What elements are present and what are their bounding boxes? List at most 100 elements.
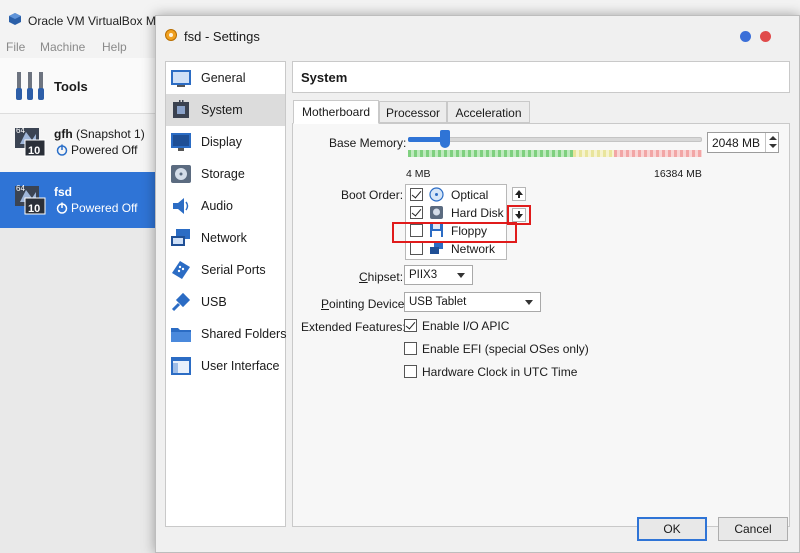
usb-icon: [171, 292, 191, 312]
sidebar-empty-area: [0, 228, 160, 553]
tab-motherboard[interactable]: Motherboard: [293, 100, 379, 124]
boot-checkbox-hard-disk[interactable]: [410, 206, 423, 219]
settings-dialog: fsd - Settings General System Display St…: [155, 15, 800, 553]
category-label: Audio: [201, 199, 233, 213]
menu-file[interactable]: File: [6, 40, 25, 54]
menu-help[interactable]: Help: [102, 40, 127, 54]
category-display[interactable]: Display: [166, 126, 285, 158]
category-serial-ports[interactable]: Serial Ports: [166, 254, 285, 286]
category-label: USB: [201, 295, 227, 309]
chevron-down-icon: [525, 300, 533, 305]
memory-max-label: 16384 MB: [654, 168, 702, 180]
close-button[interactable]: [760, 31, 771, 42]
boot-item-floppy[interactable]: Floppy: [406, 222, 506, 240]
memory-slider-track[interactable]: [408, 137, 702, 142]
user-interface-icon: [171, 357, 191, 375]
vm-state: Powered Off: [56, 201, 137, 215]
category-user-interface[interactable]: User Interface: [166, 350, 285, 382]
manager-title: Oracle VM VirtualBox Ma: [28, 14, 163, 28]
category-system[interactable]: System: [166, 94, 285, 126]
category-label: Storage: [201, 167, 245, 181]
boot-label: Hard Disk: [451, 206, 504, 220]
memory-spin-buttons[interactable]: [765, 133, 778, 152]
network-icon: [171, 229, 190, 246]
storage-icon: [171, 165, 191, 183]
boot-checkbox-optical[interactable]: [410, 188, 423, 201]
settings-gear-icon: [165, 29, 177, 41]
arrow-down-icon: [515, 211, 523, 219]
vm-arch-badge: 64: [16, 184, 25, 193]
serial-ports-icon: [172, 261, 190, 279]
maximize-button[interactable]: [740, 31, 751, 42]
category-label: Shared Folders: [201, 327, 287, 341]
page-header: System: [292, 61, 790, 93]
feature-label: Hardware Clock in UTC Time: [422, 365, 578, 379]
spin-up-icon[interactable]: [769, 136, 777, 140]
pointing-device-label: Pointing Device:: [321, 297, 408, 311]
chipset-select[interactable]: PIIX3: [404, 265, 473, 285]
page-title: System: [301, 70, 348, 85]
display-icon: [171, 133, 191, 151]
category-network[interactable]: Network: [166, 222, 285, 254]
category-storage[interactable]: Storage: [166, 158, 285, 190]
optical-disc-icon: [429, 187, 444, 202]
general-icon: [171, 70, 191, 87]
ok-button[interactable]: OK: [637, 517, 707, 541]
virtualbox-logo-icon: [9, 13, 21, 25]
tools-label: Tools: [54, 79, 88, 94]
pointing-device-select[interactable]: USB Tablet: [404, 292, 541, 312]
vm-name: gfh (Snapshot 1): [54, 127, 145, 141]
vm-os-badge: 10: [28, 203, 41, 215]
memory-value: 2048 MB: [712, 136, 761, 150]
efi-checkbox[interactable]: [404, 342, 417, 355]
category-label: Display: [201, 135, 242, 149]
category-usb[interactable]: USB: [166, 286, 285, 318]
boot-order-list: Optical Hard Disk Floppy Network: [405, 184, 507, 260]
category-label: General: [201, 71, 246, 85]
power-off-icon: [56, 144, 68, 156]
power-off-icon: [56, 202, 68, 214]
category-label: Network: [201, 231, 247, 245]
audio-icon: [173, 198, 189, 214]
vm-state: Powered Off: [56, 143, 137, 157]
cancel-button[interactable]: Cancel: [718, 517, 788, 541]
vm-item-gfh[interactable]: 64 10 gfh (Snapshot 1) Powered Off: [0, 114, 160, 170]
tab-acceleration[interactable]: Acceleration: [447, 101, 530, 123]
menu-machine[interactable]: Machine: [40, 40, 85, 54]
feature-label: Enable EFI (special OSes only): [422, 342, 589, 356]
category-shared-folders[interactable]: Shared Folders: [166, 318, 287, 350]
spin-down-icon[interactable]: [769, 144, 777, 148]
arrow-up-icon: [515, 190, 523, 198]
feature-label: Enable I/O APIC: [422, 319, 510, 333]
io-apic-checkbox[interactable]: [404, 319, 417, 332]
chipset-label: Chipset:: [359, 270, 404, 284]
tab-processor[interactable]: Processor: [379, 101, 447, 123]
vm-item-fsd[interactable]: 64 10 fsd Powered Off: [0, 172, 160, 228]
vm-arch-badge: 64: [16, 126, 25, 135]
base-memory-label: Base Memory:: [329, 136, 407, 150]
boot-item-optical[interactable]: Optical: [406, 186, 506, 204]
boot-label: Optical: [451, 188, 489, 202]
hard-disk-icon: [430, 206, 443, 219]
utc-clock-checkbox[interactable]: [404, 365, 417, 378]
category-general[interactable]: General: [166, 62, 285, 94]
chipset-value: PIIX3: [409, 269, 438, 281]
boot-label: Network: [451, 242, 496, 256]
memory-min-label: 4 MB: [406, 168, 431, 180]
move-up-button[interactable]: [512, 187, 526, 201]
move-down-button[interactable]: [512, 208, 526, 222]
extended-features-label: Extended Features:: [301, 320, 406, 334]
boot-item-network[interactable]: Network: [406, 240, 506, 258]
category-label: Serial Ports: [201, 263, 266, 277]
chevron-down-icon: [457, 273, 465, 278]
category-audio[interactable]: Audio: [166, 190, 285, 222]
boot-checkbox-network[interactable]: [410, 242, 423, 255]
memory-spinbox[interactable]: 2048 MB: [707, 132, 779, 153]
category-label: User Interface: [201, 359, 280, 373]
pointing-device-value: USB Tablet: [409, 296, 467, 308]
memory-slider-handle[interactable]: [439, 130, 450, 148]
vm-os-badge: 10: [28, 145, 41, 157]
boot-item-hard-disk[interactable]: Hard Disk: [406, 204, 506, 222]
dialog-title: fsd - Settings: [184, 29, 260, 44]
boot-checkbox-floppy[interactable]: [410, 224, 423, 237]
